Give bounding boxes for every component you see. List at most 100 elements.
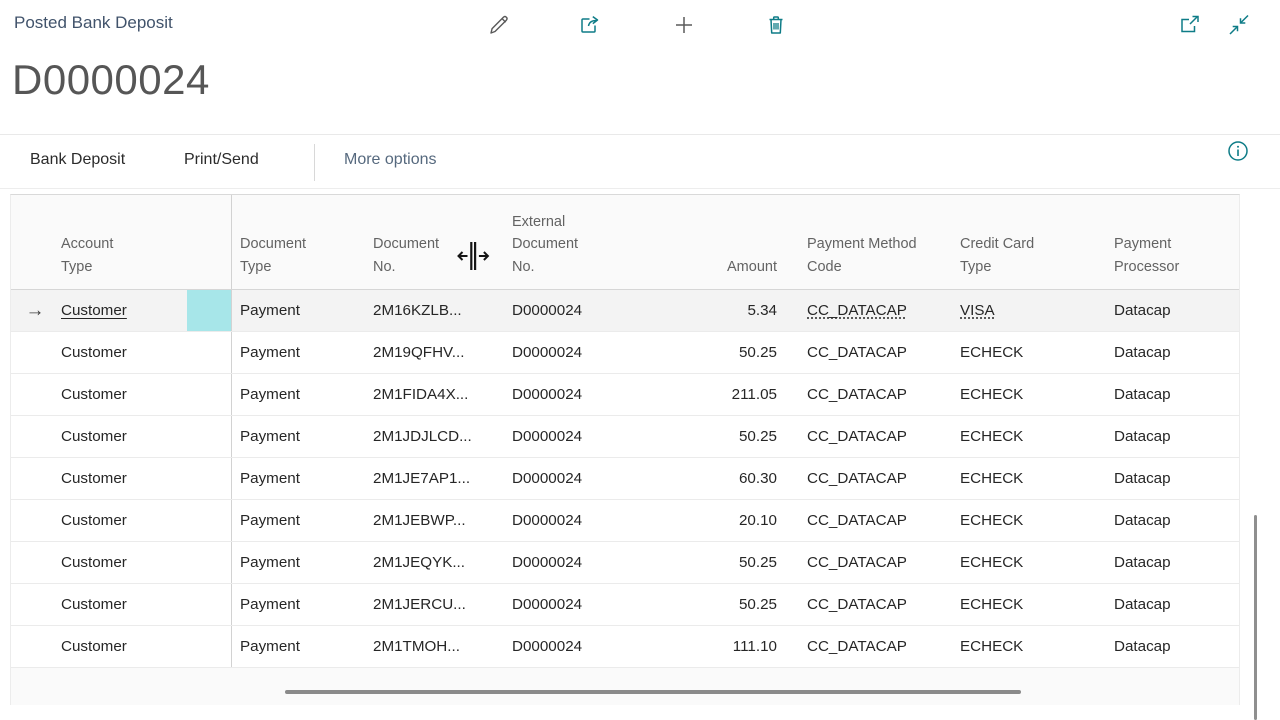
cell-payment-method-code[interactable]: CC_DATACAP [779, 626, 950, 667]
cell-payment-method-code[interactable]: CC_DATACAP [779, 584, 950, 625]
cell-document-type[interactable]: Payment [232, 332, 365, 373]
cell-amount[interactable]: 50.25 [634, 332, 779, 373]
header-account-type[interactable]: Account Type [59, 195, 187, 289]
cell-amount[interactable]: 50.25 [634, 416, 779, 457]
cell-amount[interactable]: 50.25 [634, 542, 779, 583]
header-credit-card-type[interactable]: Credit Card Type [950, 195, 1102, 289]
cell-payment-processor[interactable]: Datacap [1102, 290, 1241, 331]
menu-bank-deposit[interactable]: Bank Deposit [30, 151, 125, 169]
cell-credit-card-type[interactable]: ECHECK [950, 458, 1102, 499]
table-row[interactable]: Customer Payment 2M1TMOH... D0000024 111… [11, 626, 1239, 668]
cell-document-no[interactable]: 2M1JEBWP... [365, 500, 504, 541]
cell-document-type[interactable]: Payment [232, 416, 365, 457]
cell-amount[interactable]: 60.30 [634, 458, 779, 499]
cell-payment-processor[interactable]: Datacap [1102, 332, 1241, 373]
cell-payment-processor[interactable]: Datacap [1102, 584, 1241, 625]
table-row[interactable]: Customer Payment 2M1JDJLCD... D0000024 5… [11, 416, 1239, 458]
cell-amount[interactable]: 20.10 [634, 500, 779, 541]
share-button[interactable] [577, 12, 603, 38]
cell-credit-card-type[interactable]: ECHECK [950, 584, 1102, 625]
cell-external-document-no[interactable]: D0000024 [504, 416, 634, 457]
cell-document-type[interactable]: Payment [232, 458, 365, 499]
cell-document-type[interactable]: Payment [232, 290, 365, 331]
cell-external-document-no[interactable]: D0000024 [504, 290, 634, 331]
header-external-document-no[interactable]: External Document No. [504, 195, 634, 289]
cell-payment-method-code[interactable]: CC_DATACAP [779, 290, 950, 331]
cell-document-no[interactable]: 2M1JERCU... [365, 584, 504, 625]
open-in-new-window-button[interactable] [1177, 12, 1203, 38]
cell-document-type[interactable]: Payment [232, 500, 365, 541]
cell-amount[interactable]: 5.34 [634, 290, 779, 331]
cell-external-document-no[interactable]: D0000024 [504, 374, 634, 415]
menu-more-options[interactable]: More options [344, 151, 437, 169]
header-amount[interactable]: Amount [634, 195, 779, 289]
header-payment-method-code[interactable]: Payment Method Code [779, 195, 950, 289]
cell-payment-method-code[interactable]: CC_DATACAP [779, 416, 950, 457]
cell-payment-method-code[interactable]: CC_DATACAP [779, 374, 950, 415]
horizontal-scrollbar[interactable] [285, 690, 1021, 694]
cell-amount[interactable]: 50.25 [634, 584, 779, 625]
cell-payment-method-code[interactable]: CC_DATACAP [779, 500, 950, 541]
cell-document-no[interactable]: 2M16KZLB... [365, 290, 504, 331]
cell-credit-card-type[interactable]: VISA [950, 290, 1102, 331]
cell-amount[interactable]: 211.05 [634, 374, 779, 415]
cell-payment-processor[interactable]: Datacap [1102, 374, 1241, 415]
cell-payment-processor[interactable]: Datacap [1102, 458, 1241, 499]
cell-credit-card-type[interactable]: ECHECK [950, 500, 1102, 541]
exit-fullscreen-button[interactable] [1226, 12, 1252, 38]
cell-amount[interactable]: 111.10 [634, 626, 779, 667]
table-row[interactable]: Customer Payment 2M1JEQYK... D0000024 50… [11, 542, 1239, 584]
cell-document-no[interactable]: 2M1JEQYK... [365, 542, 504, 583]
cell-external-document-no[interactable]: D0000024 [504, 584, 634, 625]
cell-payment-processor[interactable]: Datacap [1102, 626, 1241, 667]
cell-credit-card-type[interactable]: ECHECK [950, 416, 1102, 457]
cell-external-document-no[interactable]: D0000024 [504, 626, 634, 667]
cell-external-document-no[interactable]: D0000024 [504, 542, 634, 583]
cell-document-no[interactable]: 2M1FIDA4X... [365, 374, 504, 415]
row-menu-button[interactable] [187, 290, 232, 331]
table-row[interactable]: Customer Payment 2M1JEBWP... D0000024 20… [11, 500, 1239, 542]
cell-payment-processor[interactable]: Datacap [1102, 542, 1241, 583]
cell-account-type[interactable]: Customer [59, 458, 187, 499]
cell-payment-processor[interactable]: Datacap [1102, 416, 1241, 457]
cell-account-type[interactable]: Customer [59, 416, 187, 457]
cell-document-no[interactable]: 2M1JDJLCD... [365, 416, 504, 457]
cell-account-type[interactable]: Customer [59, 584, 187, 625]
cell-document-type[interactable]: Payment [232, 626, 365, 667]
cell-external-document-no[interactable]: D0000024 [504, 500, 634, 541]
cell-credit-card-type[interactable]: ECHECK [950, 626, 1102, 667]
table-row[interactable]: Customer Payment 2M19QFHV... D0000024 50… [11, 332, 1239, 374]
delete-button[interactable] [763, 12, 789, 38]
cell-document-type[interactable]: Payment [232, 584, 365, 625]
table-row[interactable]: → Customer Payment 2M16KZLB... D0000024 … [11, 290, 1239, 332]
cell-payment-method-code[interactable]: CC_DATACAP [779, 542, 950, 583]
cell-account-type[interactable]: Customer [59, 332, 187, 373]
cell-credit-card-type[interactable]: ECHECK [950, 542, 1102, 583]
cell-payment-method-code[interactable]: CC_DATACAP [779, 332, 950, 373]
table-row[interactable]: Customer Payment 2M1FIDA4X... D0000024 2… [11, 374, 1239, 416]
table-row[interactable]: Customer Payment 2M1JERCU... D0000024 50… [11, 584, 1239, 626]
cell-document-type[interactable]: Payment [232, 542, 365, 583]
cell-document-type[interactable]: Payment [232, 374, 365, 415]
cell-document-no[interactable]: 2M1JE7AP1... [365, 458, 504, 499]
vertical-scrollbar[interactable] [1254, 515, 1257, 720]
header-document-type[interactable]: Document Type [232, 195, 365, 289]
new-button[interactable] [671, 12, 697, 38]
cell-account-type[interactable]: Customer [59, 626, 187, 667]
header-payment-processor[interactable]: Payment Processor [1102, 195, 1241, 289]
table-row[interactable]: Customer Payment 2M1JE7AP1... D0000024 6… [11, 458, 1239, 500]
cell-document-no[interactable]: 2M19QFHV... [365, 332, 504, 373]
cell-credit-card-type[interactable]: ECHECK [950, 374, 1102, 415]
cell-account-type[interactable]: Customer [59, 542, 187, 583]
cell-account-type[interactable]: Customer [59, 290, 187, 331]
cell-payment-method-code[interactable]: CC_DATACAP [779, 458, 950, 499]
cell-account-type[interactable]: Customer [59, 374, 187, 415]
menu-print-send[interactable]: Print/Send [184, 151, 259, 169]
cell-external-document-no[interactable]: D0000024 [504, 332, 634, 373]
cell-payment-processor[interactable]: Datacap [1102, 500, 1241, 541]
info-button[interactable] [1225, 138, 1251, 164]
edit-button[interactable] [486, 12, 512, 38]
cell-credit-card-type[interactable]: ECHECK [950, 332, 1102, 373]
cell-account-type[interactable]: Customer [59, 500, 187, 541]
cell-document-no[interactable]: 2M1TMOH... [365, 626, 504, 667]
